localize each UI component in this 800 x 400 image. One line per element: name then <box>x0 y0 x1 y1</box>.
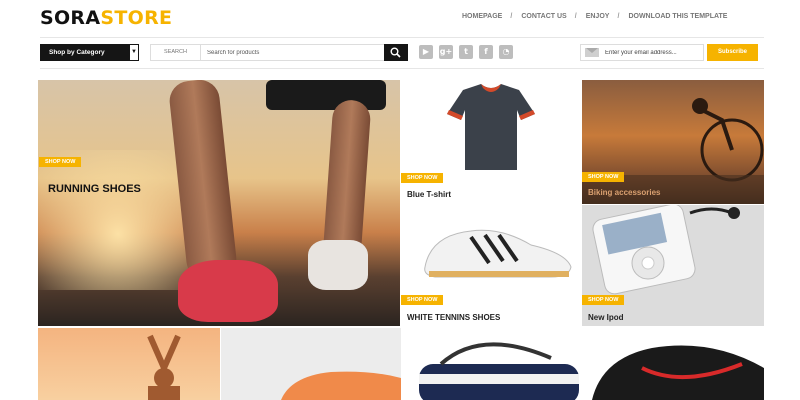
header: SORASTORE HOMEPAGE CONTACT US ENJOY DOWN… <box>0 0 800 38</box>
shop-now-badge[interactable]: SHOP NOW <box>39 157 82 167</box>
header-divider <box>40 37 764 38</box>
tile-orange-shoe[interactable] <box>221 328 401 400</box>
nav-enjoy[interactable]: ENJOY <box>575 13 619 20</box>
search-button[interactable] <box>384 44 408 61</box>
yoga-image <box>147 334 181 400</box>
envelope-icon <box>585 48 599 57</box>
tile-title-new-ipod: New Ipod <box>588 313 624 322</box>
search-icon <box>390 47 401 58</box>
tshirt-image <box>447 84 535 170</box>
newsletter-email-field <box>580 44 704 61</box>
email-input[interactable] <box>605 46 701 59</box>
tile-yoga[interactable] <box>38 328 220 400</box>
facebook-icon[interactable]: f <box>479 45 493 59</box>
nav-homepage[interactable]: HOMEPAGE <box>452 13 511 20</box>
white-shoe-image <box>308 240 368 290</box>
tile-new-ipod[interactable]: SHOP NOW New Ipod <box>582 205 764 326</box>
tile-title-running-shoes: RUNNING SHOES <box>48 183 141 195</box>
site-logo[interactable]: SORASTORE <box>40 7 172 29</box>
category-dropdown[interactable]: Shop by Category ▼ <box>40 44 139 61</box>
nav-contact-us[interactable]: CONTACT US <box>510 13 575 20</box>
shop-now-badge[interactable]: SHOP NOW <box>582 295 625 305</box>
search-label: SEARCH <box>151 45 201 60</box>
tile-running-shoe-black[interactable] <box>582 328 764 400</box>
shorts-image <box>266 80 386 110</box>
rss-icon[interactable]: ◔ <box>499 45 513 59</box>
tile-white-tennis-shoes[interactable]: SHOP NOW WHITE TENNINS SHOES <box>401 205 581 326</box>
tile-sports-bag[interactable] <box>401 328 581 400</box>
top-navigation: HOMEPAGE CONTACT US ENJOY DOWNLOAD THIS … <box>452 13 736 20</box>
leg-image-back <box>322 98 372 262</box>
tile-title-blue-tshirt: Blue T-shirt <box>407 190 452 199</box>
subscribe-button[interactable]: Subscribe <box>707 44 758 61</box>
black-shoe-image <box>592 345 764 400</box>
toolbar-divider <box>40 68 764 69</box>
red-shoe-image <box>178 260 278 322</box>
logo-text-sora: SORA <box>40 7 101 29</box>
orange-shoe-image <box>281 371 401 400</box>
logo-text-store: STORE <box>100 7 173 29</box>
tile-biking-accessories[interactable]: SHOP NOW Biking accessories <box>582 80 764 204</box>
search-input[interactable] <box>207 46 377 59</box>
tennis-shoe-image <box>424 229 572 278</box>
google-plus-icon[interactable]: g+ <box>439 45 453 59</box>
ipod-image <box>592 205 740 295</box>
shop-now-badge[interactable]: SHOP NOW <box>401 295 444 305</box>
social-icons: ▶ g+ t f ◔ <box>419 45 513 59</box>
shop-now-badge[interactable]: SHOP NOW <box>582 172 625 182</box>
chevron-down-icon: ▼ <box>129 44 139 61</box>
shop-now-badge[interactable]: SHOP NOW <box>401 173 444 183</box>
twitter-icon[interactable]: t <box>459 45 473 59</box>
nav-download-template[interactable]: DOWNLOAD THIS TEMPLATE <box>617 13 736 20</box>
search-bar: SEARCH <box>150 44 408 61</box>
tile-title-white-tennis-shoes: WHITE TENNINS SHOES <box>407 313 501 322</box>
bag-image <box>419 342 579 400</box>
youtube-icon[interactable]: ▶ <box>419 45 433 59</box>
category-dropdown-label: Shop by Category <box>49 49 105 56</box>
tile-blue-tshirt[interactable]: SHOP NOW Blue T-shirt <box>401 80 581 205</box>
cyclist-image <box>582 98 764 204</box>
tile-running-shoes[interactable]: SHOP NOW RUNNING SHOES <box>38 80 400 326</box>
tile-title-biking-accessories: Biking accessories <box>588 188 661 197</box>
